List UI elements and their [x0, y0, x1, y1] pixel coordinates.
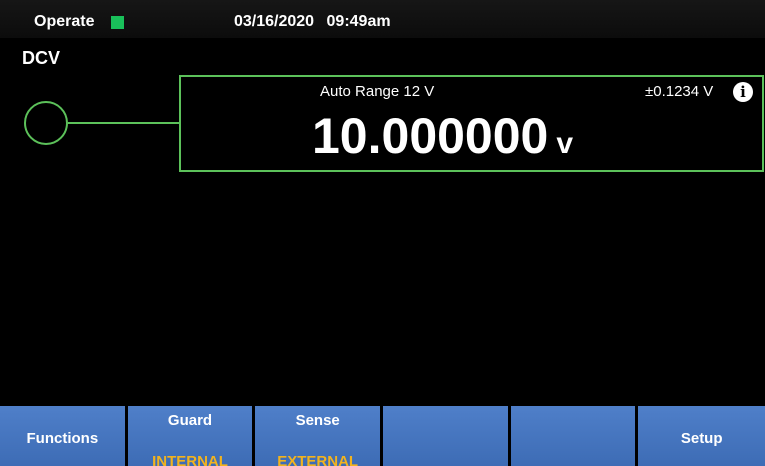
terminal-connection-icon [24, 101, 68, 145]
status-bar: Operate 03/16/2020 09:49am [0, 0, 765, 38]
softkey-value: EXTERNAL [277, 453, 359, 466]
softkey-label: Setup [680, 430, 723, 447]
functions-softkey[interactable]: Functions [0, 406, 125, 466]
info-icon[interactable]: i [733, 82, 753, 102]
date-text: 03/16/2020 [234, 13, 315, 30]
range-label[interactable]: Auto Range 12 V [320, 83, 434, 100]
reading-unit: v [556, 127, 574, 160]
time-text: 09:49am [326, 13, 391, 30]
blank-softkey-4[interactable] [383, 406, 508, 466]
reading-value: 10.000000 [312, 108, 549, 164]
operate-status-indicator-icon [111, 16, 124, 29]
terminal-connection-line [68, 122, 180, 124]
measurement-reading: 10.000000 v [312, 108, 573, 172]
guard-softkey[interactable]: Guard INTERNAL [127, 406, 253, 466]
uncertainty-label: ±0.1234 V [645, 83, 714, 100]
softkey-label: Guard [167, 412, 213, 429]
softkey-label: Sense [295, 412, 340, 429]
operate-mode-label: Operate [34, 13, 95, 30]
softkey-label: Functions [26, 430, 99, 447]
blank-softkey-5[interactable] [510, 406, 636, 466]
date-time: 03/16/2020 09:49am [234, 13, 391, 31]
softkey-value: INTERNAL [152, 453, 228, 466]
sense-softkey[interactable]: Sense EXTERNAL [255, 406, 381, 466]
softkey-bar: Functions Guard INTERNAL Sense EXTERNAL … [0, 406, 765, 466]
instrument-screen: Operate 03/16/2020 09:49am DCV Auto Rang… [0, 0, 765, 466]
function-label: DCV [22, 48, 61, 68]
setup-softkey[interactable]: Setup [638, 406, 765, 466]
measurement-display: Auto Range 12 V ±0.1234 V i 10.000000 v [179, 75, 764, 172]
